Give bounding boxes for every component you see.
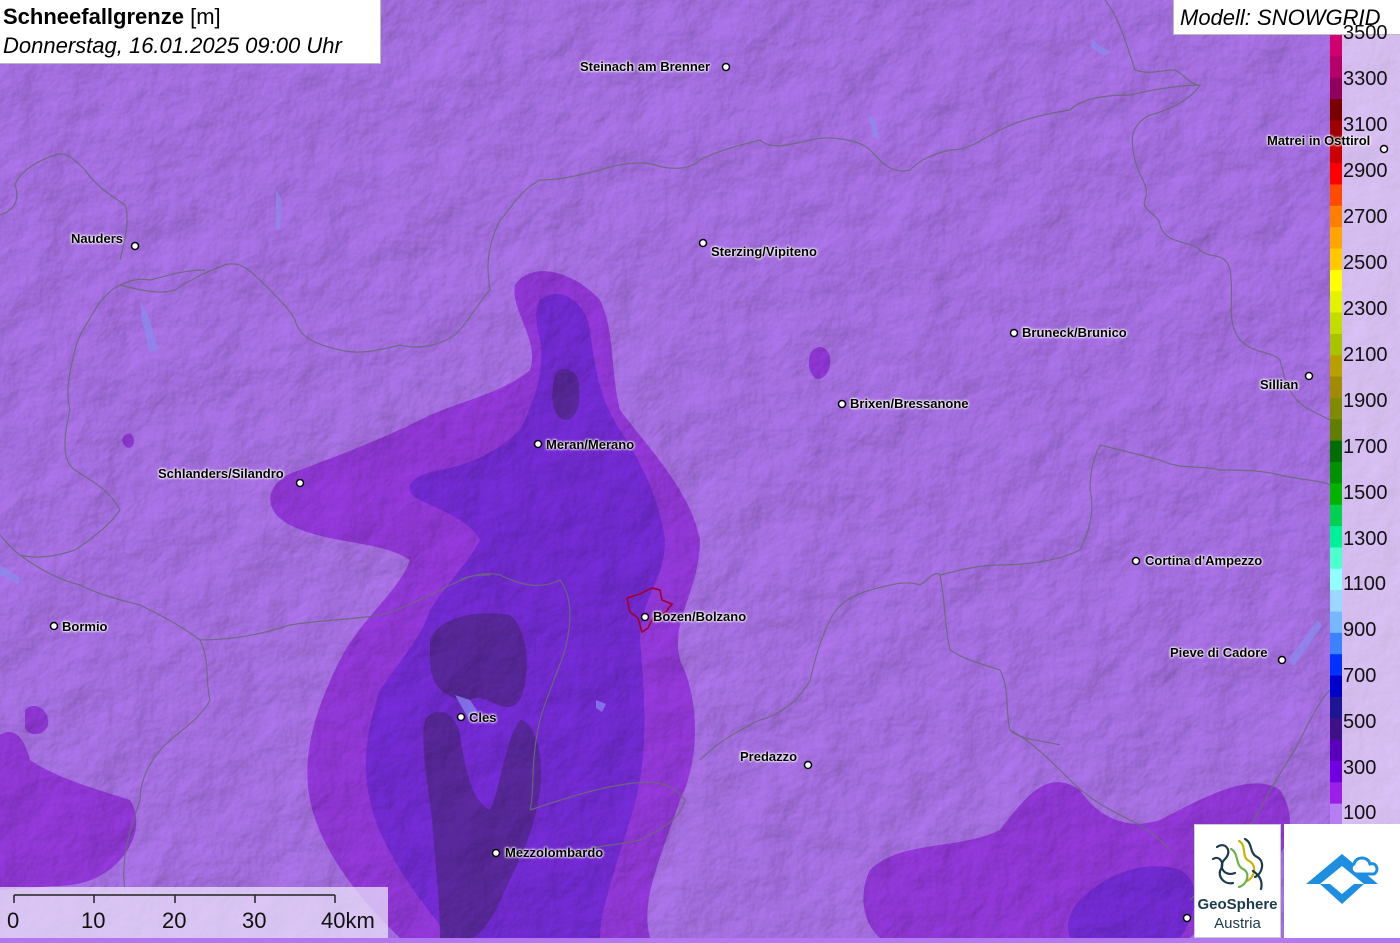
legend-swatch — [1330, 654, 1342, 677]
legend-label-2100: 2100 — [1343, 344, 1388, 366]
legend-swatch — [1330, 526, 1342, 548]
legend-color-bar — [1330, 35, 1400, 826]
legend-swatch — [1330, 355, 1342, 378]
legend-swatch — [1330, 675, 1342, 698]
legend-swatch — [1330, 568, 1342, 591]
legend-label-1700: 1700 — [1343, 436, 1388, 458]
legend-swatch — [1330, 184, 1342, 207]
legend-swatch — [1330, 56, 1342, 79]
legend-label-100: 100 — [1343, 802, 1377, 824]
legend-swatch — [1330, 205, 1342, 228]
city-label-matrei: Matrei in Osttirol — [1267, 133, 1371, 148]
legend-swatch — [1330, 696, 1342, 719]
geosphere-logo[interactable]: GeoSphere Austria — [1194, 824, 1281, 938]
legend-swatch — [1330, 291, 1342, 314]
legend-background — [1342, 35, 1400, 825]
legend-label-300: 300 — [1343, 757, 1377, 779]
legend-swatch — [1330, 739, 1342, 762]
legend-swatch — [1330, 397, 1342, 420]
city-label-sterzing: Sterzing/Vipiteno — [711, 244, 817, 259]
city-label-brixen: Brixen/Bressanone — [850, 396, 969, 411]
scale-tick-30: 30 — [242, 908, 267, 933]
legend-swatch — [1330, 99, 1342, 121]
legend-swatch — [1330, 163, 1342, 185]
legend-swatch — [1330, 504, 1342, 527]
city-label-cortina: Cortina d'Ampezzo — [1145, 553, 1263, 568]
legend-swatch — [1330, 419, 1342, 442]
legend-swatch — [1330, 483, 1342, 506]
legend-swatch — [1330, 718, 1342, 741]
legend-swatch — [1330, 803, 1342, 826]
city-label-bozen: Bozen/Bolzano — [653, 609, 747, 624]
city-label-steinach: Steinach am Brenner — [580, 59, 711, 74]
legend-label-2900: 2900 — [1343, 160, 1388, 182]
legend-swatch — [1330, 376, 1342, 399]
legend-label-1900: 1900 — [1343, 390, 1388, 412]
legend-swatch — [1330, 333, 1342, 356]
legend-swatch — [1330, 782, 1342, 805]
map-title-text: Schneefallgrenze — [3, 4, 184, 29]
city-label-mezzolombardo: Mezzolombardo — [505, 845, 604, 860]
scale-tick-40km: 40km — [321, 908, 375, 933]
geosphere-swirl-icon — [1211, 837, 1264, 891]
legend-swatch — [1330, 248, 1342, 271]
legend-label-900: 900 — [1343, 619, 1377, 641]
scale-tick-10: 10 — [81, 908, 106, 933]
map-title: Schneefallgrenze [m] — [3, 4, 221, 30]
city-label-meran: Meran/Merano — [546, 437, 635, 452]
legend-swatch — [1330, 77, 1342, 100]
city-label-cles: Cles — [469, 710, 497, 725]
city-label-nauders: Nauders — [71, 231, 124, 246]
legend-swatch — [1330, 35, 1342, 57]
legend-label-2700: 2700 — [1343, 206, 1388, 228]
city-label-bruneck: Bruneck/Brunico — [1022, 325, 1127, 340]
legend-label-3300: 3300 — [1343, 68, 1388, 90]
legend-label-700: 700 — [1343, 665, 1377, 687]
city-label-bormio: Bormio — [62, 619, 108, 634]
city-label-pieve: Pieve di Cadore — [1170, 645, 1268, 660]
legend-label-1300: 1300 — [1343, 528, 1388, 550]
legend-swatch — [1330, 227, 1342, 250]
legend-swatch — [1330, 269, 1342, 292]
legend-label-500: 500 — [1343, 711, 1377, 733]
map-datetime: Donnerstag, 16.01.2025 09:00 Uhr — [3, 33, 342, 58]
legend-swatch — [1330, 760, 1342, 783]
legend-swatch — [1330, 590, 1342, 612]
legend-swatch — [1330, 312, 1342, 335]
legend-label-3500: 3500 — [1343, 22, 1388, 44]
city-label-sillian: Sillian — [1260, 377, 1299, 392]
legend-label-2300: 2300 — [1343, 298, 1388, 320]
legend-swatch — [1330, 440, 1342, 463]
title-box: Schneefallgrenze [m] Donnerstag, 16.01.2… — [0, 0, 381, 64]
geosphere-sub: Austria — [1214, 915, 1261, 932]
legend-label-1500: 1500 — [1343, 482, 1388, 504]
city-label-predazzo: Predazzo — [740, 749, 798, 764]
map-title-unit: [m] — [190, 4, 221, 29]
city-label-schlanders: Schlanders/Silandro — [158, 466, 284, 481]
weather-app-icon — [1306, 854, 1379, 904]
legend-swatch — [1330, 547, 1342, 570]
legend-swatch — [1330, 611, 1342, 634]
scale-tick-0: 0 — [7, 908, 20, 933]
legend-swatch — [1330, 462, 1342, 484]
scale-tick-20: 20 — [162, 908, 187, 933]
legend-label-2500: 2500 — [1343, 252, 1388, 274]
geosphere-name: GeoSphere — [1197, 896, 1278, 913]
app-logo[interactable] — [1284, 824, 1400, 938]
legend-label-1100: 1100 — [1343, 573, 1387, 595]
legend-swatch — [1330, 632, 1342, 655]
